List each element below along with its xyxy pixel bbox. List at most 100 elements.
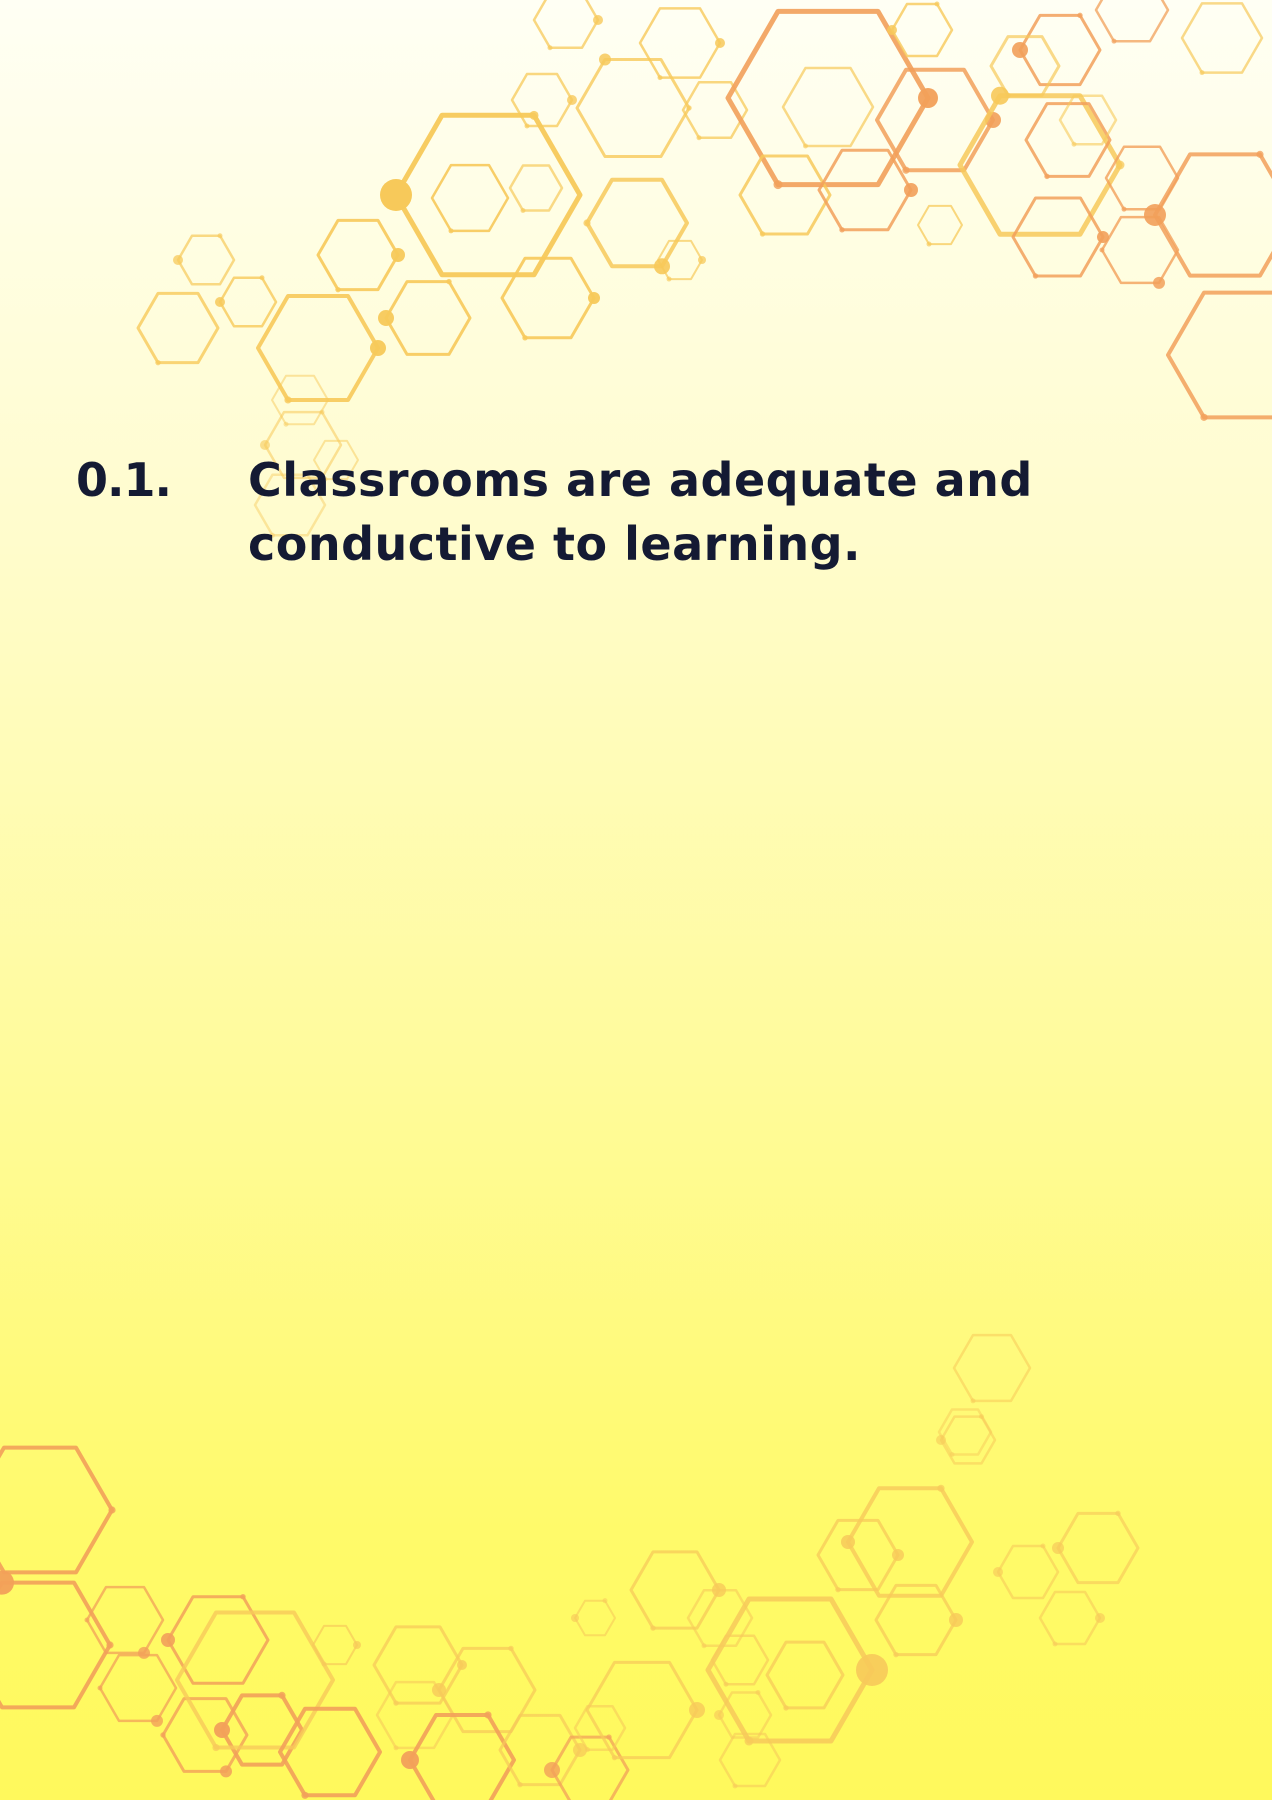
hexagon-node-dot (378, 310, 394, 326)
hexagon-node-dot (602, 1598, 608, 1604)
hexagon-node-dot (696, 135, 702, 141)
hexagon-node-dot (1012, 42, 1028, 58)
hexagon-node-dot (1111, 38, 1117, 44)
hexagon-node-dot (84, 1617, 90, 1623)
hexagon-node-dot (714, 1710, 724, 1720)
hexagon-node-dot (893, 1651, 899, 1658)
hexagon-node-dot (138, 1646, 150, 1659)
hexagon-node-dot (393, 1745, 399, 1751)
hexagon-node-dot (1077, 12, 1083, 19)
question-number: 0.1. (76, 453, 172, 507)
hexagon-node-dot (380, 179, 412, 211)
hexagon-node-dot (217, 233, 223, 239)
hexagon-node-dot (522, 335, 528, 341)
hexagon-node-dot (353, 1641, 361, 1649)
hexagon-shape (218, 276, 278, 328)
hexagon-shape (917, 204, 963, 246)
hexagon-shape (585, 1660, 699, 1760)
hexagon-shape (765, 1640, 845, 1710)
hexagon-node-dot (689, 1702, 705, 1718)
hexagon-node-dot (1115, 160, 1125, 170)
hexagon-node-dot (611, 1754, 618, 1761)
hexagon-shape (1056, 1511, 1140, 1585)
hexagon-shape (312, 1624, 358, 1666)
hexagon-node-dot (108, 1506, 116, 1514)
hexagon-node-dot (391, 248, 405, 262)
hexagon-node-dot (155, 359, 161, 366)
hexagon-node-dot (520, 208, 526, 214)
hexagon-shape (437, 1646, 537, 1734)
hexagon-node-dot (1052, 1641, 1058, 1647)
hexagon-node-dot (841, 1535, 855, 1549)
hexagon-node-dot (97, 1685, 103, 1691)
hexagon-shape (430, 163, 510, 233)
hexagon-node-dot (839, 227, 845, 233)
hexagon-node-dot (1095, 1613, 1105, 1623)
hexagon-node-dot (937, 1484, 945, 1492)
hexagon-node-dot (301, 1791, 309, 1799)
hexagon-node-dot (547, 45, 553, 51)
hexagon-node-dot (151, 1714, 163, 1727)
hexagon-node-dot (212, 1743, 220, 1752)
hexagon-shape (85, 1585, 165, 1655)
hexagon-node-dot (106, 1641, 114, 1649)
hexagon-node-dot (926, 241, 932, 247)
hexagon-node-dot (1115, 1510, 1121, 1517)
hexagon-shape (175, 1610, 335, 1750)
hexagon-node-dot (1040, 1543, 1046, 1549)
hexagon-node-dot (934, 1, 940, 7)
hexagon-node-dot (902, 166, 910, 174)
hexagon-node-dot (484, 1711, 492, 1719)
hexagon-node-dot (701, 1643, 707, 1649)
hexagon-shape (574, 1599, 616, 1637)
hexagon-node-dot (1071, 141, 1077, 147)
hexagon-shape (638, 7, 722, 79)
hexagon-node-dot (949, 1452, 955, 1458)
hexagon-shape (384, 280, 472, 356)
question-text: Classrooms are adequate and conductive t… (248, 448, 1048, 576)
hexagon-shape (1166, 290, 1272, 420)
hexagon-node-dot (160, 1732, 166, 1738)
hexagon-node-dot (161, 1633, 175, 1647)
hexagon-shape (1180, 2, 1264, 74)
hexagon-node-dot (715, 38, 725, 48)
hexagon-node-dot (517, 1781, 523, 1788)
hexagon-node-dot (783, 1705, 789, 1711)
hexagon-node-dot (892, 1549, 904, 1561)
hexagon-shape (500, 256, 596, 340)
hexagon-node-dot (544, 1762, 560, 1778)
hexagon-node-dot (240, 1593, 246, 1600)
hexagon-node-dot (173, 255, 183, 265)
hexagon-node-dot (508, 1645, 514, 1652)
hexagon-node-dot (284, 396, 292, 404)
hexagon-shape (575, 58, 691, 158)
hexagon-node-dot (446, 278, 452, 285)
hexagon-node-dot (1032, 273, 1039, 279)
hexagon-shape (817, 148, 913, 232)
hexagon-node-dot (1144, 204, 1166, 226)
hexagon-shape (0, 1580, 112, 1710)
hexagon-node-dot (803, 143, 808, 149)
hexagon-shape (686, 1589, 754, 1647)
hexagon-node-dot (887, 25, 897, 35)
hexagon-node-dot (457, 1660, 467, 1670)
hexagon-node-dot (220, 1765, 232, 1778)
question-text-line-1: Classrooms are adequate and (248, 453, 1033, 507)
hexagon-shape (573, 1705, 627, 1751)
hexagon-node-dot (723, 1681, 729, 1687)
hexagon-shape (550, 1735, 630, 1800)
hexagon-node-dot (650, 1625, 656, 1631)
hexagon-shape (1011, 196, 1105, 278)
hexagon-node-dot (529, 110, 539, 120)
hexagon-shape (996, 1544, 1060, 1600)
hexagon-node-dot (1256, 150, 1264, 158)
hexagon-node-dot (949, 1613, 963, 1627)
hexagon-node-dot (606, 1734, 612, 1740)
hexagon-node-dot (1153, 276, 1165, 289)
hexagon-shape (372, 1625, 464, 1705)
hexagon-node-dot (993, 1567, 1003, 1577)
hexagon-node-dot (759, 231, 766, 237)
hexagon-shape (585, 177, 689, 269)
hexagon-shape (1100, 215, 1180, 285)
hexagon-shape (498, 1713, 582, 1787)
